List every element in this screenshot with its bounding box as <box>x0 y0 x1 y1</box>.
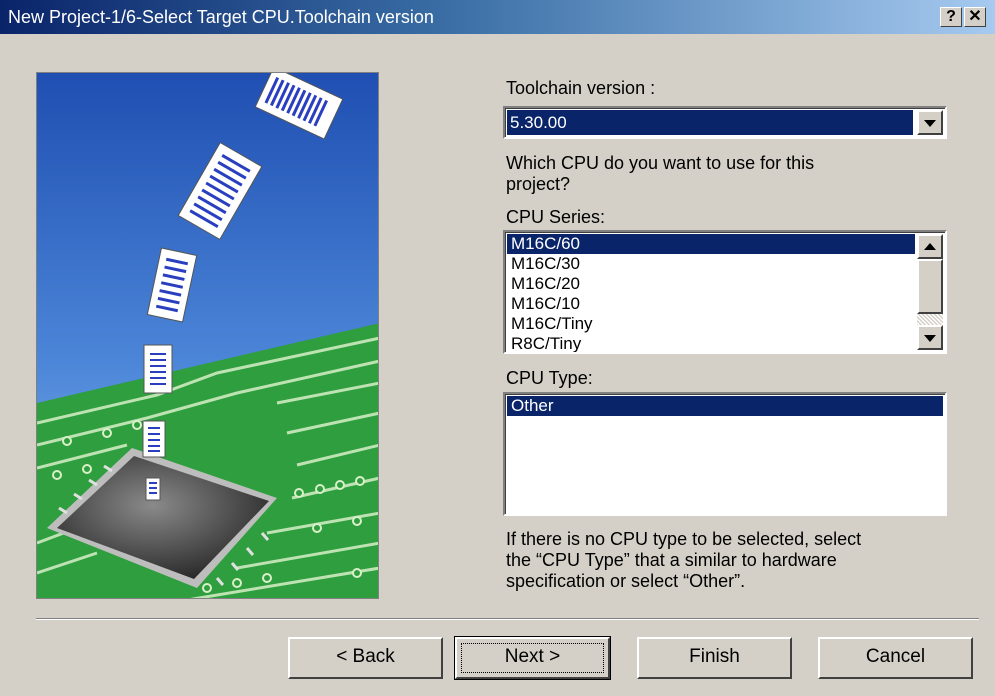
hint-line2: the “CPU Type” that a similar to hardwar… <box>506 550 837 570</box>
list-item[interactable]: M16C/20 <box>507 274 915 294</box>
window-title: New Project-1/6-Select Target CPU.Toolch… <box>8 7 434 27</box>
chevron-up-icon <box>924 242 936 250</box>
toolchain-version-combobox[interactable]: 5.30.00 <box>503 106 947 139</box>
cpu-type-label: CPU Type: <box>506 368 593 388</box>
list-item[interactable]: M16C/30 <box>507 254 915 274</box>
cpu-series-label: CPU Series: <box>506 207 606 227</box>
finish-button[interactable]: Finish <box>637 637 792 679</box>
list-item[interactable]: M16C/10 <box>507 294 915 314</box>
cpu-type-listbox[interactable]: Other <box>503 392 947 516</box>
list-item[interactable]: R8C/Tiny <box>507 334 915 352</box>
toolchain-version-label: Toolchain version : <box>506 78 656 98</box>
list-item[interactable]: M16C/Tiny <box>507 314 915 334</box>
chevron-down-icon <box>924 334 936 342</box>
title-bar[interactable]: New Project-1/6-Select Target CPU.Toolch… <box>0 0 995 34</box>
help-button[interactable]: ? <box>940 7 962 27</box>
scroll-down-button[interactable] <box>917 325 943 350</box>
toolchain-dropdown-button[interactable] <box>917 110 943 135</box>
cpu-question-line2: project? <box>506 174 571 194</box>
toolchain-version-value: 5.30.00 <box>507 110 913 135</box>
divider <box>36 618 979 620</box>
close-button[interactable]: ✕ <box>964 7 986 27</box>
cancel-button[interactable]: Cancel <box>818 637 973 679</box>
next-button[interactable]: Next > <box>454 636 611 680</box>
wizard-illustration-graphic <box>37 73 378 598</box>
list-item[interactable]: Other <box>507 396 943 416</box>
wizard-illustration <box>36 72 379 599</box>
cpu-question-line1: Which CPU do you want to use for this <box>506 153 815 173</box>
back-button[interactable]: < Back <box>288 637 443 679</box>
cpu-series-listbox[interactable]: M16C/60 M16C/30 M16C/20 M16C/10 M16C/Tin… <box>503 230 947 354</box>
hint-line1: If there is no CPU type to be selected, … <box>506 529 862 549</box>
hint-line3: specification or select “Other”. <box>506 571 746 591</box>
list-item[interactable]: M16C/60 <box>507 234 915 254</box>
scroll-up-button[interactable] <box>917 234 943 259</box>
cpu-series-scrollbar[interactable] <box>917 234 943 350</box>
new-project-dialog: New Project-1/6-Select Target CPU.Toolch… <box>0 0 995 696</box>
scrollbar-thumb[interactable] <box>917 259 943 314</box>
chevron-down-icon <box>924 119 936 127</box>
focus-rect <box>461 643 604 673</box>
